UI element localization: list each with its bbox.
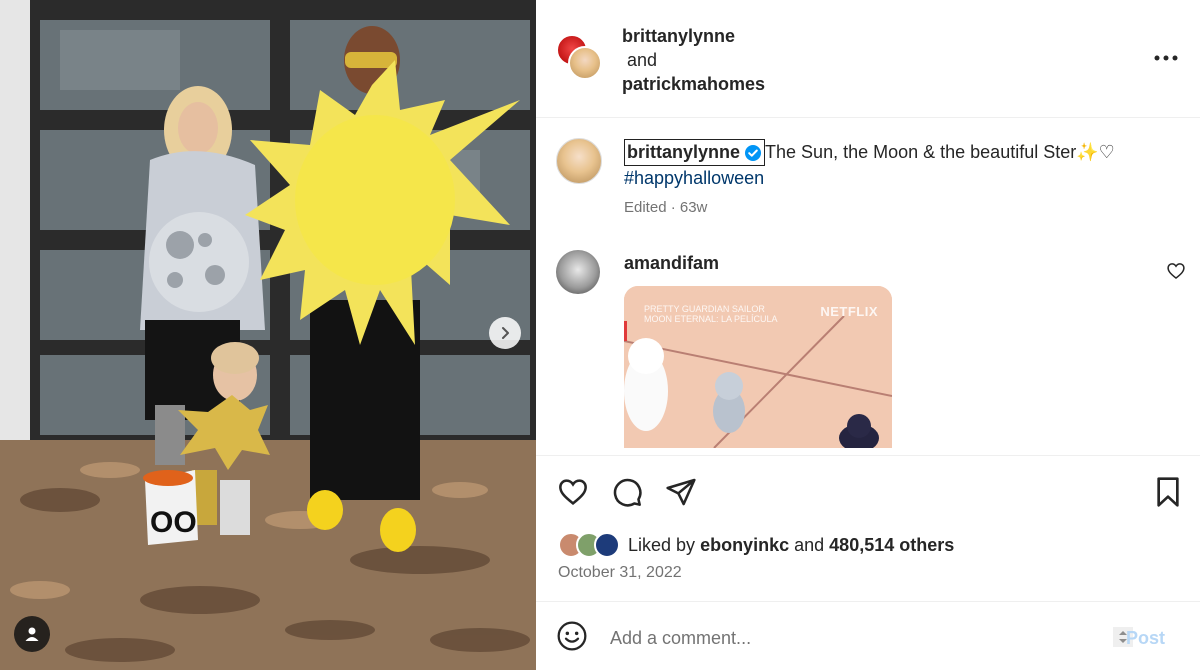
post-photo: OO bbox=[0, 0, 536, 670]
more-options-icon bbox=[1154, 55, 1178, 61]
emoji-icon bbox=[557, 621, 587, 651]
comment-username[interactable]: amandifam bbox=[624, 253, 719, 274]
gif-logo: NETFLIX bbox=[820, 304, 878, 319]
likes-prefix: Liked by bbox=[628, 534, 696, 555]
halloween-photo: OO bbox=[0, 0, 536, 670]
more-options-button[interactable] bbox=[1148, 46, 1184, 70]
save-button[interactable] bbox=[1150, 474, 1186, 510]
comment-input[interactable] bbox=[610, 622, 1090, 654]
comment-avatar[interactable] bbox=[556, 250, 600, 294]
user-tag-button[interactable] bbox=[14, 616, 50, 652]
svg-text:OO: OO bbox=[150, 506, 197, 539]
user-tag-icon bbox=[25, 627, 39, 641]
post-details-pane: brittanylynne and patrickmahomes brittan… bbox=[536, 0, 1200, 670]
comment-gif[interactable]: PRETTY GUARDIAN SAILOR MOON ETERNAL: LA … bbox=[624, 286, 892, 448]
author-names: brittanylynne and patrickmahomes bbox=[622, 24, 765, 96]
likes-joiner: and bbox=[794, 534, 825, 555]
author-username-2[interactable]: patrickmahomes bbox=[622, 72, 765, 96]
bookmark-icon bbox=[1157, 477, 1179, 507]
likes-summary: Liked by ebonyinkc and 480,514 others bbox=[558, 530, 954, 560]
share-button[interactable] bbox=[663, 474, 699, 510]
share-icon bbox=[666, 478, 696, 506]
like-button[interactable] bbox=[555, 474, 591, 510]
comment-button[interactable] bbox=[609, 474, 645, 510]
heart-icon bbox=[1167, 263, 1185, 280]
caption-body: The Sun, the Moon & the beautiful Ster✨♡ bbox=[765, 142, 1115, 162]
comment-like-button[interactable] bbox=[1166, 261, 1186, 281]
author-joiner: and bbox=[627, 50, 658, 70]
caption-text-block: brittanylynne The Sun, the Moon & the bea… bbox=[624, 139, 1184, 191]
author-avatars[interactable] bbox=[556, 34, 604, 82]
likes-text: Liked by ebonyinkc and 480,514 others bbox=[628, 535, 954, 556]
caption-meta: Edited · 63w bbox=[624, 199, 708, 216]
likes-others[interactable]: 480,514 others bbox=[829, 535, 954, 555]
chevron-right-icon bbox=[502, 327, 509, 339]
comment-icon bbox=[613, 478, 642, 507]
post-comment-button[interactable]: Post bbox=[1126, 628, 1165, 649]
caption-hashtag[interactable]: #happyhalloween bbox=[624, 168, 764, 188]
caption-username-link[interactable]: brittanylynne bbox=[624, 139, 766, 166]
heart-icon bbox=[559, 479, 587, 505]
author-username-1[interactable]: brittanylynne bbox=[622, 24, 765, 48]
likes-user[interactable]: ebonyinkc bbox=[700, 535, 789, 555]
gif-label: PRETTY GUARDIAN SAILOR MOON ETERNAL: LA … bbox=[644, 304, 778, 324]
gif-label-line-2: MOON ETERNAL: LA PELÍCULA bbox=[644, 314, 778, 324]
next-image-button[interactable] bbox=[489, 317, 521, 349]
post-date[interactable]: October 31, 2022 bbox=[558, 564, 682, 582]
emoji-button[interactable] bbox=[556, 620, 590, 654]
caption-username: brittanylynne bbox=[627, 142, 741, 162]
caption-avatar[interactable] bbox=[556, 138, 602, 184]
comment-composer: Post bbox=[536, 601, 1200, 670]
post-actions bbox=[536, 455, 1200, 527]
gif-label-line-1: PRETTY GUARDIAN SAILOR bbox=[644, 304, 765, 314]
post-header: brittanylynne and patrickmahomes bbox=[536, 0, 1200, 118]
liker-avatar-3[interactable] bbox=[594, 532, 620, 558]
verified-badge-icon bbox=[745, 144, 762, 161]
avatar-brittanylynne[interactable] bbox=[568, 46, 602, 80]
